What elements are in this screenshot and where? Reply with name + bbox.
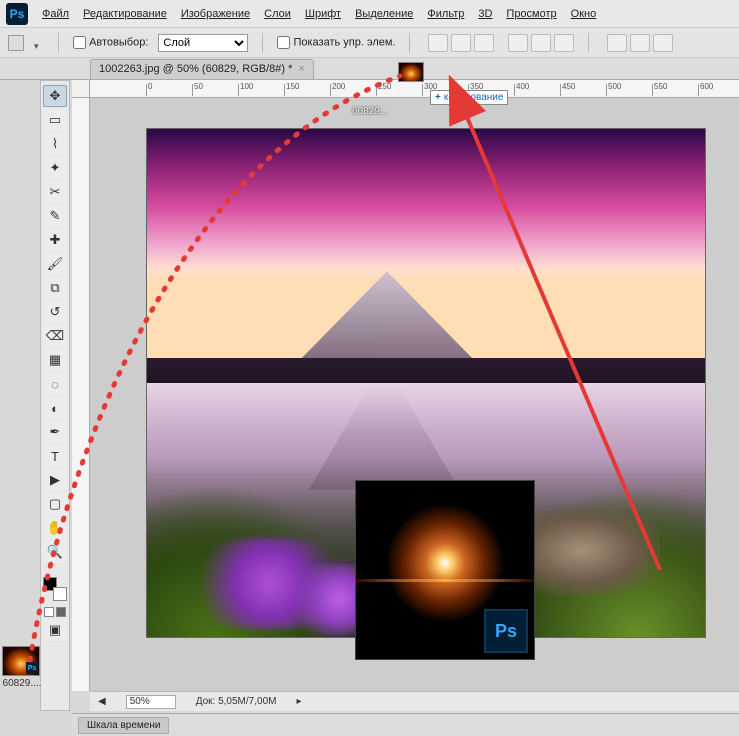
document-tab-bar: 1002263.jpg @ 50% (60829, RGB/8#) * × bbox=[0, 58, 739, 80]
align-group-1 bbox=[428, 34, 494, 52]
ps-file-badge: Ps bbox=[26, 662, 38, 674]
layer-group-select[interactable]: Слой bbox=[158, 34, 248, 52]
lasso-tool[interactable]: ⌇ bbox=[43, 133, 67, 155]
desktop-file-thumb[interactable]: Ps bbox=[2, 646, 40, 676]
align-bottom-edges[interactable] bbox=[474, 34, 494, 52]
history-brush-tool[interactable]: ↺ bbox=[43, 301, 67, 323]
eraser-tool[interactable]: ⌫ bbox=[43, 325, 67, 347]
options-bar: Автовыбор: Слой Показать упр. элем. bbox=[0, 28, 739, 58]
pen-tool[interactable]: ✒ bbox=[43, 421, 67, 443]
horizontal-ruler[interactable]: 050100150200250300350400450500550600 bbox=[90, 80, 739, 98]
healing-brush-tool[interactable]: ✚ bbox=[43, 229, 67, 251]
magic-wand-tool[interactable]: ✦ bbox=[43, 157, 67, 179]
menu-bar: Ps Файл Редактирование Изображение Слои … bbox=[0, 0, 739, 28]
drag-thumbnail bbox=[398, 62, 424, 82]
ruler-origin[interactable] bbox=[72, 80, 90, 98]
show-controls-option[interactable]: Показать упр. элем. bbox=[277, 36, 395, 49]
document-tab-title: 1002263.jpg @ 50% (60829, RGB/8#) * bbox=[99, 63, 292, 75]
eyedropper-tool[interactable]: ✎ bbox=[43, 205, 67, 227]
menu-edit[interactable]: Редактирование bbox=[83, 8, 167, 20]
tool-preset-dropdown[interactable] bbox=[34, 40, 44, 46]
type-tool[interactable]: T bbox=[43, 445, 67, 467]
crop-tool[interactable]: ✂ bbox=[43, 181, 67, 203]
status-menu-icon[interactable]: ▸ bbox=[296, 696, 301, 707]
distribute-group-1 bbox=[607, 34, 673, 52]
hand-tool[interactable]: ✋ bbox=[43, 517, 67, 539]
menu-3d[interactable]: 3D bbox=[478, 8, 492, 20]
tools-panel: ✥ ▭ ⌇ ✦ ✂ ✎ ✚ 🖌 ⧉ ↺ ⌫ ▦ ◌ ◐ ✒ T ▶ ▢ ✋ 🔍 … bbox=[40, 80, 70, 711]
align-group-2 bbox=[508, 34, 574, 52]
close-tab-icon[interactable]: × bbox=[298, 63, 304, 75]
drag-tooltip-text: копирование bbox=[444, 92, 504, 103]
screen-mode[interactable]: ▣ bbox=[43, 619, 67, 641]
autoselect-label: Автовыбор: bbox=[89, 36, 148, 48]
dodge-tool[interactable]: ◐ bbox=[43, 397, 67, 419]
align-top-edges[interactable] bbox=[428, 34, 448, 52]
quickmask-toggle[interactable] bbox=[44, 607, 66, 617]
gradient-tool[interactable]: ▦ bbox=[43, 349, 67, 371]
plus-icon: + bbox=[435, 92, 441, 103]
shape-tool[interactable]: ▢ bbox=[43, 493, 67, 515]
show-controls-checkbox[interactable] bbox=[277, 36, 290, 49]
timeline-tab[interactable]: Шкала времени bbox=[78, 717, 169, 734]
path-select-tool[interactable]: ▶ bbox=[43, 469, 67, 491]
document-tab[interactable]: 1002263.jpg @ 50% (60829, RGB/8#) * × bbox=[90, 59, 314, 79]
desktop-file-label: 60829.... bbox=[0, 678, 44, 689]
flare-horizon bbox=[356, 579, 534, 582]
background-color[interactable] bbox=[53, 587, 67, 601]
align-left-edges[interactable] bbox=[508, 34, 528, 52]
align-vcenters[interactable] bbox=[451, 34, 471, 52]
workspace: ✥ ▭ ⌇ ✦ ✂ ✎ ✚ 🖌 ⧉ ↺ ⌫ ▦ ◌ ◐ ✒ T ▶ ▢ ✋ 🔍 … bbox=[0, 80, 739, 736]
separator bbox=[58, 33, 59, 53]
distribute-top[interactable] bbox=[607, 34, 627, 52]
distribute-bottom[interactable] bbox=[653, 34, 673, 52]
move-tool-icon[interactable] bbox=[8, 35, 24, 51]
menu-select[interactable]: Выделение bbox=[355, 8, 413, 20]
blur-tool[interactable]: ◌ bbox=[43, 373, 67, 395]
overlay-flare-thumb: Ps bbox=[355, 480, 535, 660]
marquee-tool[interactable]: ▭ bbox=[43, 109, 67, 131]
show-controls-label: Показать упр. элем. bbox=[293, 36, 395, 48]
color-swatches[interactable] bbox=[43, 577, 67, 601]
scroll-left-icon[interactable]: ◀ bbox=[98, 696, 106, 707]
menu-image[interactable]: Изображение bbox=[181, 8, 250, 20]
separator bbox=[588, 33, 589, 53]
separator bbox=[262, 33, 263, 53]
separator bbox=[409, 33, 410, 53]
menu-file[interactable]: Файл bbox=[42, 8, 69, 20]
menu-filter[interactable]: Фильтр bbox=[427, 8, 464, 20]
drag-tooltip: + копирование bbox=[430, 90, 508, 105]
autoselect-checkbox[interactable] bbox=[73, 36, 86, 49]
move-tool[interactable]: ✥ bbox=[43, 85, 67, 107]
ps-badge: Ps bbox=[484, 609, 528, 653]
status-bar: ◀ 50% Док: 5,05M/7,00M ▸ bbox=[90, 691, 739, 711]
doc-size-label: Док: 5,05M/7,00M bbox=[196, 696, 277, 707]
brush-tool[interactable]: 🖌 bbox=[43, 253, 67, 275]
bottom-panel: Шкала времени bbox=[72, 713, 739, 736]
drag-layer-name: 60829... bbox=[352, 106, 388, 117]
zoom-field[interactable]: 50% bbox=[126, 695, 176, 709]
menu-type[interactable]: Шрифт bbox=[305, 8, 341, 20]
align-hcenters[interactable] bbox=[531, 34, 551, 52]
app-logo: Ps bbox=[6, 3, 28, 25]
stamp-tool[interactable]: ⧉ bbox=[43, 277, 67, 299]
zoom-tool[interactable]: 🔍 bbox=[43, 541, 67, 563]
align-right-edges[interactable] bbox=[554, 34, 574, 52]
autoselect-option[interactable]: Автовыбор: bbox=[73, 36, 148, 49]
menu-view[interactable]: Просмотр bbox=[506, 8, 556, 20]
menu-layers[interactable]: Слои bbox=[264, 8, 291, 20]
menu-window[interactable]: Окно bbox=[571, 8, 597, 20]
distribute-vcenter[interactable] bbox=[630, 34, 650, 52]
vertical-ruler[interactable] bbox=[72, 98, 90, 691]
